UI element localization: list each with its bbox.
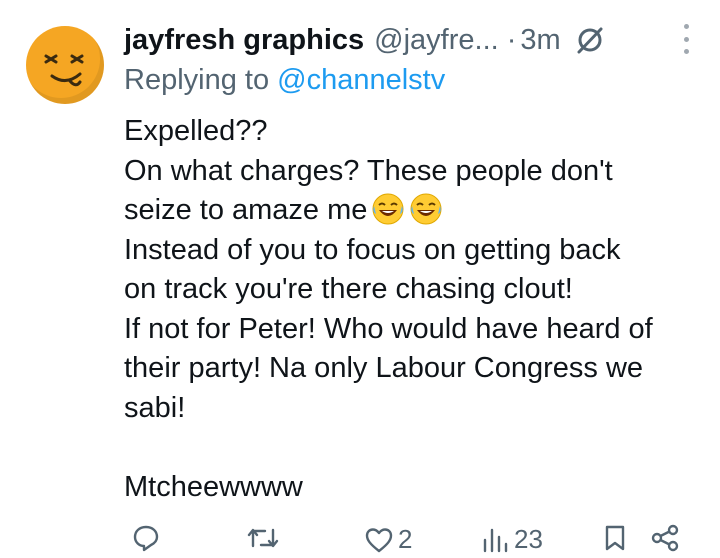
tweet-text-segment: seize to amaze me <box>124 194 368 226</box>
dizzy-face-icon <box>44 54 84 87</box>
like-count: 2 <box>398 524 413 554</box>
replying-mention-link[interactable]: @channelstv <box>277 64 445 96</box>
tweet-text-line: their party! Na only Labour Congress we <box>124 352 644 384</box>
bookmark-button[interactable] <box>602 524 628 552</box>
views-count: 23 <box>514 524 543 554</box>
tweet-text-line <box>124 428 704 468</box>
reply-button[interactable] <box>132 524 160 552</box>
tweet-text-line: Mtcheewwww <box>124 470 303 503</box>
author-handle[interactable]: @jayfre... <box>374 24 499 57</box>
avatar[interactable] <box>26 26 104 104</box>
tweet-text-line-with-emoji: seize to amaze me <box>124 191 704 231</box>
separator-dot: · <box>506 23 517 56</box>
tweet-text-line: sabi! <box>124 391 186 424</box>
views-bar-chart-icon <box>483 528 508 552</box>
tweet-text-line: Expelled?? <box>124 115 268 147</box>
action-bar: 2 23 <box>124 518 704 558</box>
laughing-crying-emoji-icon <box>371 192 405 226</box>
more-options-icon[interactable] <box>676 24 696 54</box>
like-button[interactable]: 2 <box>364 524 412 555</box>
retweet-icon <box>247 528 279 548</box>
tweet-text-line: on track you're there chasing clout! <box>124 273 573 305</box>
author-name[interactable]: jayfresh graphics <box>124 24 364 57</box>
tweet-header: jayfresh graphics @jayfre... · 3m <box>124 22 720 58</box>
laughing-crying-emoji-icon <box>409 192 443 226</box>
views-button[interactable]: 23 <box>480 524 543 555</box>
heart-icon <box>365 527 393 552</box>
replying-to: Replying to @channelstv <box>124 64 445 97</box>
share-button[interactable] <box>650 524 680 552</box>
tweet-text: Expelled?? On what charges? These people… <box>124 112 704 507</box>
timestamp[interactable]: 3m <box>520 24 560 57</box>
share-icon <box>651 524 679 552</box>
tweet-text-line: On what charges? These people don't <box>124 154 613 187</box>
grok-slash-icon[interactable] <box>575 25 605 55</box>
tweet-text-line: Instead of you to focus on getting back <box>124 233 621 266</box>
retweet-button[interactable] <box>246 524 280 552</box>
reply-icon <box>133 525 159 552</box>
tweet-text-line: If not for Peter! Who would have heard o… <box>124 312 653 345</box>
replying-prefix: Replying to <box>124 64 278 96</box>
bookmark-icon <box>605 525 625 551</box>
